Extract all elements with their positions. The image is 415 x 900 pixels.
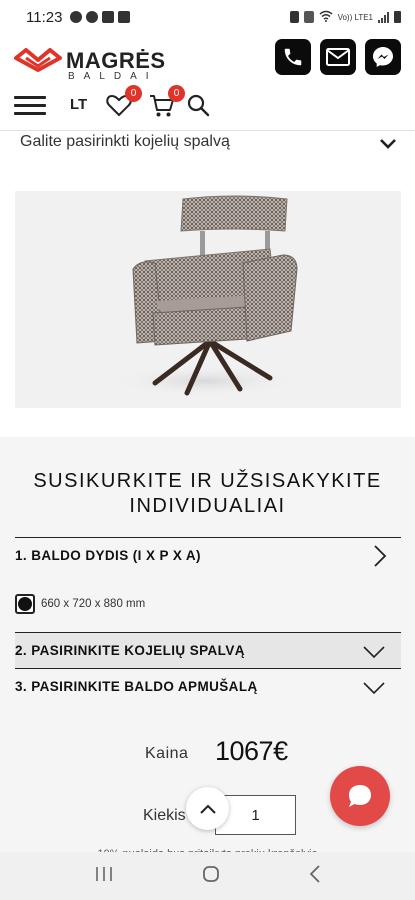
cart-badge: 0 xyxy=(168,85,185,102)
email-button[interactable] xyxy=(320,39,356,75)
cart-button[interactable]: 0 xyxy=(149,85,185,119)
leg-color-label: Galite pasirinkti kojelių spalvą xyxy=(20,133,230,150)
step-size[interactable]: 1. BALDO DYDIS (I X P X A) xyxy=(15,537,401,572)
notification-icons xyxy=(70,11,131,23)
site-header: MAGRĖS BALDAI LT 0 0 xyxy=(0,34,415,130)
signal-icon xyxy=(378,11,389,23)
brand-logo[interactable]: MAGRĖS BALDAI xyxy=(14,42,184,82)
step-upholstery[interactable]: 3. PASIRINKITE BALDO APMUŠALĄ xyxy=(15,668,401,704)
mute-icon xyxy=(303,11,314,23)
chevron-down-icon xyxy=(363,680,385,699)
chevron-right-icon xyxy=(373,544,387,572)
messenger-button[interactable] xyxy=(365,39,401,75)
chat-icon xyxy=(349,785,371,807)
chevron-down-icon xyxy=(363,644,385,663)
step-upholstery-label: 3. PASIRINKITE BALDO APMUŠALĄ xyxy=(15,679,258,694)
wishlist-button[interactable]: 0 xyxy=(106,85,142,119)
quantity-label: Kiekis xyxy=(143,807,186,824)
size-option[interactable]: 660 x 720 x 880 mm xyxy=(15,594,145,614)
messenger-icon xyxy=(373,47,393,67)
price-value: 1067€ xyxy=(215,736,288,766)
size-radio[interactable] xyxy=(15,594,35,614)
search-button[interactable] xyxy=(186,93,214,119)
phone-icon xyxy=(284,48,302,66)
checkbox-icon xyxy=(102,11,115,23)
app-icon xyxy=(86,11,99,23)
step-leg-color[interactable]: 2. PASIRINKITE KOJELIŲ SPALVĄ xyxy=(15,632,401,668)
step-size-label: 1. BALDO DYDIS (I X P X A) xyxy=(15,548,201,563)
search-icon xyxy=(187,94,210,117)
back-icon[interactable] xyxy=(309,865,321,887)
logo-subtext: BALDAI xyxy=(68,71,158,82)
step-leg-color-label: 2. PASIRINKITE KOJELIŲ SPALVĄ xyxy=(15,643,245,658)
wifi-icon xyxy=(319,10,333,24)
scroll-top-button[interactable] xyxy=(186,787,229,830)
status-time: 11:23 xyxy=(26,8,63,26)
chevron-down-icon xyxy=(379,135,397,154)
configurator-title-line2: INDIVIDUALIAI xyxy=(129,495,286,517)
language-switch[interactable]: LT xyxy=(70,96,87,113)
wishlist-badge: 0 xyxy=(125,85,142,102)
recent-apps-icon[interactable] xyxy=(95,866,113,886)
configurator-title: SUSIKURKITE IR UŽSISAKYKITE INDIVIDUALIA… xyxy=(0,469,415,519)
arrow-up-icon xyxy=(199,804,216,814)
alarm-icon xyxy=(289,11,299,23)
system-icons: Vo)) LTE1 xyxy=(289,10,401,24)
configurator-title-line1: SUSIKURKITE IR UŽSISAKYKITE xyxy=(33,470,382,492)
battery-icon xyxy=(394,11,401,23)
leg-color-accordion[interactable]: Galite pasirinkti kojelių spalvą xyxy=(0,130,415,160)
email-icon xyxy=(326,48,350,66)
armchair-illustration xyxy=(110,195,300,397)
logo-mark-icon xyxy=(14,48,62,72)
network-label: Vo)) LTE1 xyxy=(337,12,373,22)
size-option-label: 660 x 720 x 880 mm xyxy=(41,598,146,610)
home-icon[interactable] xyxy=(202,865,220,887)
hamburger-icon[interactable] xyxy=(14,96,46,116)
chat-button[interactable] xyxy=(330,766,390,826)
status-bar: 11:23 Vo)) LTE1 xyxy=(0,0,415,34)
phone-button[interactable] xyxy=(275,39,311,75)
system-nav-bar xyxy=(0,852,415,900)
price-label: Kaina xyxy=(145,745,189,762)
product-image[interactable] xyxy=(15,191,401,408)
gallery-icon xyxy=(118,11,131,23)
menu-row: LT 0 0 xyxy=(0,85,415,122)
message-icon xyxy=(70,11,83,23)
